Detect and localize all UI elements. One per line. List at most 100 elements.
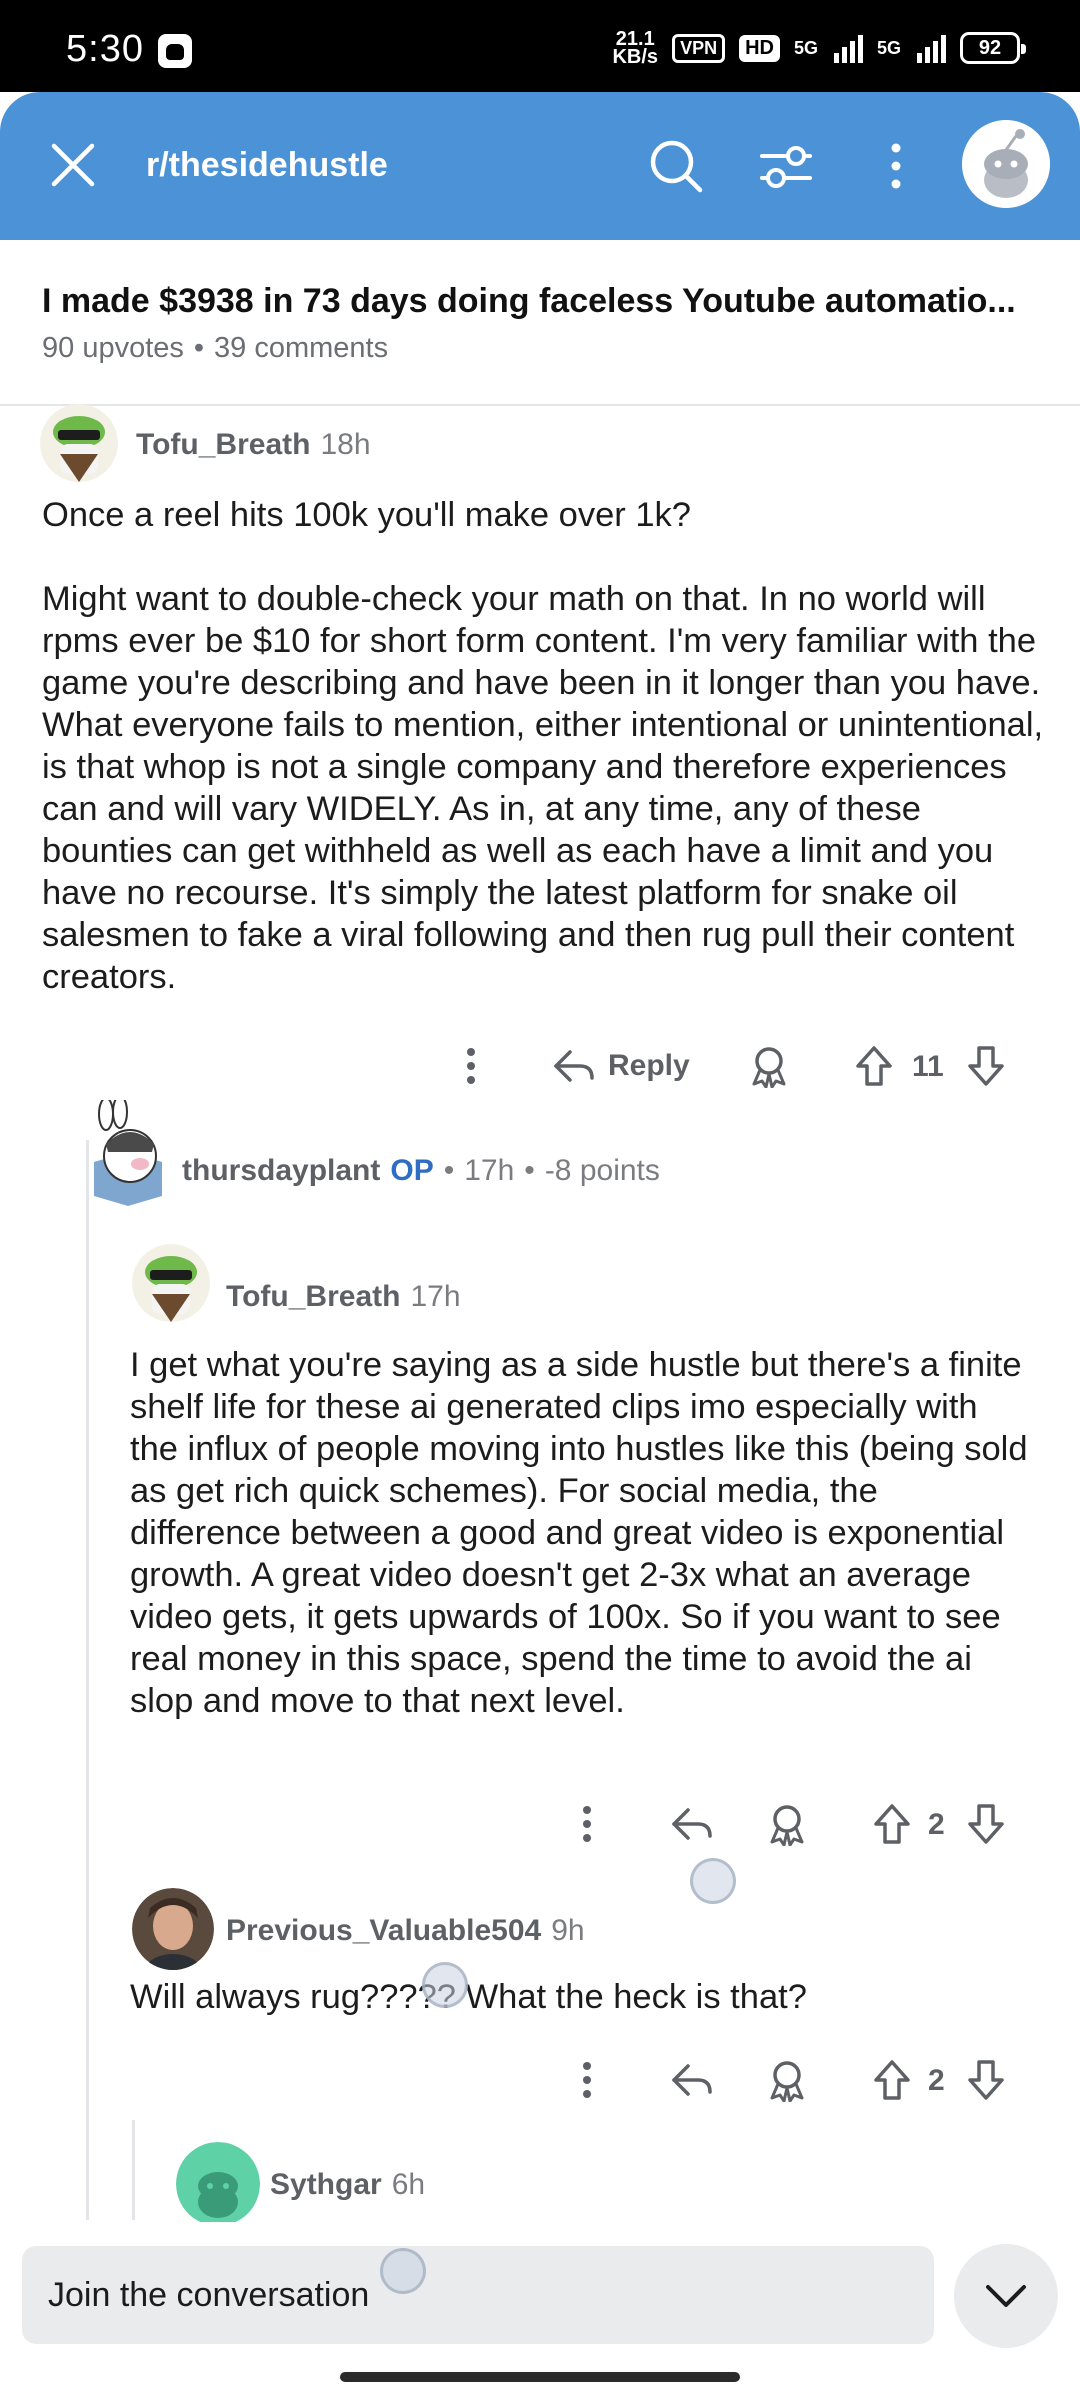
more-vertical-icon [583, 2062, 591, 2098]
reply-button[interactable] [670, 1802, 714, 1846]
user-photo-avatar [132, 1888, 214, 1970]
comment-header: Previous_Valuable504 9h [226, 1914, 585, 1948]
comment-author[interactable]: Tofu_Breath [226, 1280, 400, 1314]
snoo-avatar-icon [176, 2142, 260, 2226]
comment-more-button[interactable] [456, 1044, 486, 1088]
collapse-comments-button[interactable] [954, 2244, 1058, 2348]
vpn-badge: VPN [672, 33, 726, 63]
meta-separator: • [443, 1154, 455, 1187]
vote-score: 2 [928, 1808, 945, 1841]
reply-label: Reply [608, 1049, 690, 1082]
thread-line[interactable] [132, 2120, 135, 2220]
comment-age: 18h [320, 428, 371, 461]
post-title[interactable]: I made $3938 in 73 days doing faceless Y… [42, 282, 1042, 321]
filter-icon [760, 146, 812, 188]
downvote-arrow-icon [968, 2060, 1004, 2100]
upvote-arrow-icon [874, 1804, 910, 1844]
comment-age: 9h [551, 1914, 585, 1947]
reply-button[interactable]: Reply [552, 1044, 690, 1088]
comment-author[interactable]: thursdayplant [182, 1154, 380, 1188]
touch-indicator [422, 1962, 468, 2008]
comment-more-button[interactable] [572, 1802, 602, 1846]
award-button[interactable] [766, 1802, 808, 1846]
more-vertical-icon [891, 143, 901, 189]
meta-separator: • [193, 332, 205, 364]
reply-icon [672, 2064, 712, 2096]
op-badge: OP [390, 1154, 434, 1187]
bunny-avatar-icon [94, 1100, 162, 1206]
network-speed: 21.1 KB/s [612, 29, 659, 68]
upvote-count: 90 upvotes [42, 332, 184, 364]
more-vertical-icon [467, 1048, 475, 1084]
comment-author[interactable]: Sythgar [270, 2168, 382, 2202]
upvote-button[interactable] [872, 2058, 912, 2102]
downvote-button[interactable] [966, 1802, 1006, 1846]
search-button[interactable] [646, 136, 706, 196]
reply-button[interactable] [670, 2058, 714, 2102]
vote-score: 2 [928, 2064, 945, 2097]
downvote-arrow-icon [968, 1046, 1004, 1086]
touch-indicator [380, 2248, 426, 2294]
sort-filter-button[interactable] [756, 136, 816, 196]
join-conversation-input[interactable] [22, 2246, 934, 2344]
comment-body: Will always rug????? What the heck is th… [130, 1976, 1030, 2018]
award-icon [752, 1047, 786, 1088]
frog-avatar-icon [40, 404, 118, 482]
downvote-button[interactable] [966, 2058, 1006, 2102]
subreddit-title[interactable]: r/thesidehustle [146, 146, 388, 185]
network-type-1: 5G [793, 37, 818, 58]
reply-icon [672, 1808, 712, 1840]
upvote-arrow-icon [874, 2060, 910, 2100]
signal-icon-2 [917, 33, 946, 63]
post-meta: 90 upvotes • 39 comments [42, 332, 388, 365]
upvote-button[interactable] [854, 1044, 894, 1088]
avatar[interactable] [176, 2142, 260, 2226]
frog-avatar-icon [132, 1244, 210, 1322]
award-button[interactable] [766, 2058, 808, 2102]
reply-icon [554, 1050, 594, 1082]
comment-count: 39 comments [214, 332, 389, 364]
award-icon [770, 1805, 804, 1846]
comment-header: Sythgar 6h [270, 2168, 425, 2202]
post-summary[interactable]: I made $3938 in 73 days doing faceless Y… [0, 240, 1080, 406]
award-icon [770, 2061, 804, 2102]
comment-header: thursdayplant OP • 17h • -8 points [182, 1154, 660, 1188]
touch-indicator [690, 1858, 736, 1904]
comment-more-button[interactable] [572, 2058, 602, 2102]
award-button[interactable] [748, 1044, 790, 1088]
comment-paragraph: Might want to double-check your math on … [42, 580, 1044, 996]
close-button[interactable] [48, 140, 98, 190]
close-icon [51, 143, 95, 187]
thread-line[interactable] [86, 1140, 89, 2220]
home-indicator[interactable] [340, 2372, 740, 2382]
comment-paragraph: I get what you're saying as a side hustl… [130, 1346, 1028, 1720]
status-indicators: 21.1 KB/s VPN HD 5G 5G 92 [612, 29, 1026, 68]
comment-paragraph: Will always rug????? What the heck is th… [130, 1978, 807, 2016]
avatar[interactable] [86, 1100, 170, 1206]
avatar[interactable] [132, 1888, 214, 1970]
comment-body: Once a reel hits 100k you'll make over 1… [42, 494, 1052, 998]
comment-header: Tofu_Breath 17h [226, 1280, 461, 1314]
status-bar: 5:30 21.1 KB/s VPN HD 5G 5G 92 [0, 0, 1080, 92]
app-header: r/thesidehustle [0, 92, 1080, 240]
downvote-button[interactable] [966, 1044, 1006, 1088]
avatar[interactable] [132, 1244, 210, 1322]
upvote-button[interactable] [872, 1802, 912, 1846]
snoo-avatar-icon [962, 120, 1050, 208]
comment-age: 17h [464, 1154, 515, 1187]
vote-score: 11 [912, 1050, 944, 1083]
signal-icon-1 [833, 33, 863, 63]
search-icon [650, 140, 703, 193]
meta-separator: • [524, 1154, 535, 1187]
comment-header: Tofu_Breath 18h [136, 428, 371, 462]
comment-author[interactable]: Tofu_Breath [136, 428, 310, 462]
chevron-down-icon [986, 2285, 1026, 2307]
user-avatar-button[interactable] [962, 120, 1050, 208]
overflow-menu-button[interactable] [876, 136, 916, 196]
network-speed-unit: KB/s [612, 46, 659, 68]
battery-icon: 92 [960, 32, 1026, 64]
comment-points: -8 points [544, 1154, 660, 1187]
comment-age: 6h [391, 2168, 426, 2201]
comment-author[interactable]: Previous_Valuable504 [226, 1914, 541, 1948]
avatar[interactable] [40, 404, 118, 482]
